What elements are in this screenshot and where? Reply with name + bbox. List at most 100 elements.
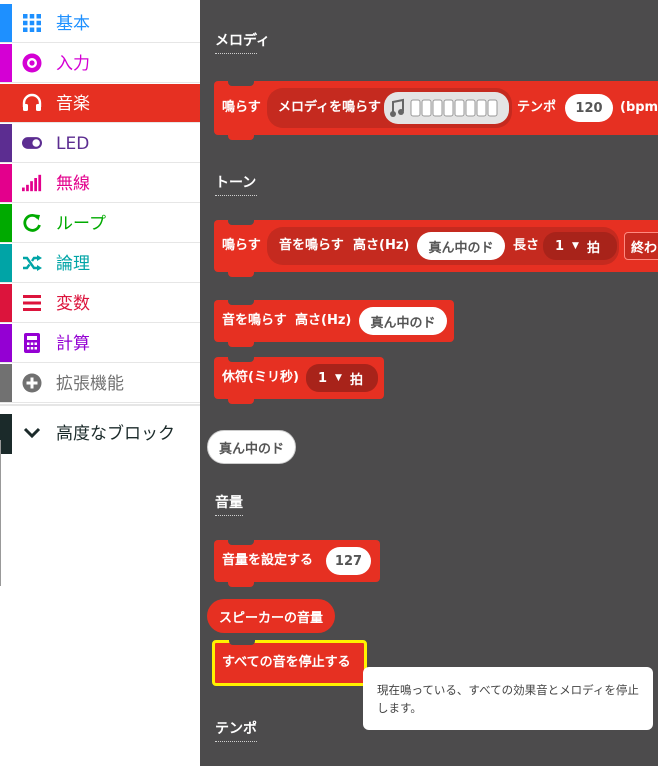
category-color-bar	[0, 164, 12, 202]
pitch-label: 高さ(Hz)	[295, 313, 352, 328]
category-color-bar	[0, 204, 12, 242]
block-label: 音を鳴らす	[222, 313, 287, 328]
ring-tone-block[interactable]: 音を鳴らす 高さ(Hz) 真ん中のド	[214, 300, 454, 347]
melody-inner-block[interactable]: メロディを鳴らす	[267, 88, 512, 128]
rest-block[interactable]: 休符(ミリ秒) 1 ▼ 拍	[214, 357, 384, 404]
block-tooltip: 現在鳴っている、すべての効果音とメロディを停止します。	[363, 667, 653, 730]
tempo-value: 120	[575, 100, 603, 116]
category-logic[interactable]: 論理	[0, 244, 200, 283]
beat-unit: 拍	[349, 372, 363, 388]
melody-notes-icon	[390, 98, 498, 117]
category-label: 拡張機能	[56, 374, 124, 394]
category-variables[interactable]: 変数	[0, 284, 200, 323]
pitch-label: 高さ(Hz)	[353, 238, 410, 253]
category-label: 論理	[56, 254, 90, 274]
until-label: 終わ	[631, 240, 658, 256]
reporter-label: 真ん中のド	[218, 441, 284, 457]
tooltip-text: 現在鳴っている、すべての効果音とメロディを停止します。	[377, 683, 639, 715]
section-heading-melody: メロディ	[215, 32, 270, 54]
headphones-icon	[22, 93, 42, 113]
category-color-bar	[0, 364, 12, 402]
caret-down-icon: ▼	[335, 373, 342, 383]
category-color-bar	[0, 44, 12, 82]
volume-value: 127	[334, 553, 363, 569]
heading-text: 音量	[215, 495, 243, 511]
stop-all-sounds-block[interactable]: すべての音を停止する	[212, 640, 367, 686]
reporter-label: スピーカーの音量	[218, 610, 323, 626]
note-reporter[interactable]: 真ん中のド	[207, 430, 296, 464]
shuffle-icon	[22, 253, 42, 273]
grid-icon	[22, 13, 42, 33]
heading-text: メロディ	[215, 33, 271, 49]
category-input[interactable]: 入力	[0, 44, 200, 83]
beat-unit: 拍	[586, 240, 600, 256]
volume-input[interactable]: 127	[326, 547, 371, 575]
signal-bars-icon	[22, 173, 42, 193]
category-label: 入力	[56, 54, 90, 74]
category-label: 無線	[56, 174, 90, 194]
category-advanced[interactable]: 高度なブロック	[0, 414, 200, 454]
category-extensions[interactable]: 拡張機能	[0, 364, 200, 403]
speaker-volume-reporter[interactable]: スピーカーの音量	[207, 599, 335, 633]
inner-label: メロディを鳴らす	[278, 100, 381, 115]
block-flyout[interactable]: メロディ 鳴らす メロディを鳴らす テンポ 120 (bpm トーン 鳴らす 音…	[200, 0, 658, 766]
tempo-unit: (bpm)	[620, 100, 658, 115]
pitch-input[interactable]: 真ん中のド	[417, 232, 505, 260]
block-label: 音量を設定する	[222, 553, 314, 568]
category-music[interactable]: 音楽	[0, 84, 200, 123]
melody-editor-field[interactable]	[384, 92, 509, 124]
category-color-bar	[0, 4, 12, 42]
category-color-bar	[0, 244, 12, 282]
pitch-input[interactable]: 真ん中のド	[359, 307, 447, 335]
beat-dropdown[interactable]: 1 ▼ 拍	[306, 364, 378, 392]
heading-text: トーン	[215, 175, 257, 191]
tone-inner-block[interactable]: 音を鳴らす 高さ(Hz) 真ん中のド 長さ 1 ▼ 拍	[267, 227, 619, 265]
play-tone-block[interactable]: 鳴らす 音を鳴らす 高さ(Hz) 真ん中のド 長さ 1 ▼ 拍 終わ	[214, 220, 658, 277]
tempo-input[interactable]: 120	[565, 94, 613, 122]
beat-value: 1	[555, 238, 565, 254]
category-label: ループ	[56, 214, 106, 234]
category-led[interactable]: LED	[0, 124, 200, 163]
block-label: 休符(ミリ秒)	[222, 370, 299, 385]
set-volume-block[interactable]: 音量を設定する 127	[214, 540, 380, 587]
plus-circle-icon	[22, 373, 42, 393]
category-basic[interactable]: 基本	[0, 4, 200, 43]
inner-label: 音を鳴らす	[279, 238, 344, 253]
pitch-value: 真ん中のド	[428, 240, 494, 256]
beat-dropdown[interactable]: 1 ▼ 拍	[543, 232, 617, 260]
category-color-bar	[0, 124, 12, 162]
category-color-bar	[0, 324, 12, 362]
list-icon	[22, 293, 42, 313]
until-dropdown[interactable]: 終わ	[624, 232, 658, 260]
target-icon	[22, 53, 42, 73]
section-heading-tone: トーン	[215, 174, 257, 196]
block-label: 鳴らす	[222, 100, 261, 115]
category-math[interactable]: 計算	[0, 324, 200, 363]
calculator-icon	[22, 333, 42, 353]
caret-down-icon: ▼	[572, 241, 579, 251]
block-label: すべての音を停止する	[222, 655, 351, 670]
heading-text: テンポ	[215, 721, 257, 737]
category-radio[interactable]: 無線	[0, 164, 200, 203]
tempo-label: テンポ	[517, 100, 557, 115]
toggle-icon	[22, 133, 42, 153]
toolbox-sidebar: 基本 入力 音楽 LED 無線 ループ 論理 変数 計算 拡張機能 高度なブロッ…	[0, 0, 200, 766]
pitch-value: 真ん中のド	[370, 315, 436, 331]
play-melody-block[interactable]: 鳴らす メロディを鳴らす テンポ 120 (bpm)	[214, 81, 658, 140]
category-color-bar	[0, 414, 12, 454]
chevron-down-icon	[22, 423, 42, 443]
sidebar-edge	[0, 440, 1, 586]
category-label: 音楽	[56, 94, 90, 114]
length-label: 長さ	[513, 238, 540, 253]
beat-value: 1	[318, 370, 328, 386]
category-label: 変数	[56, 294, 90, 314]
loop-icon	[22, 213, 42, 233]
category-label: 高度なブロック	[56, 424, 175, 444]
section-heading-volume: 音量	[215, 494, 243, 516]
category-color-bar	[0, 284, 12, 322]
sidebar-divider	[0, 404, 200, 406]
section-heading-tempo: テンポ	[215, 720, 257, 742]
category-loops[interactable]: ループ	[0, 204, 200, 243]
category-label: 計算	[56, 334, 90, 354]
category-label: LED	[56, 134, 90, 154]
